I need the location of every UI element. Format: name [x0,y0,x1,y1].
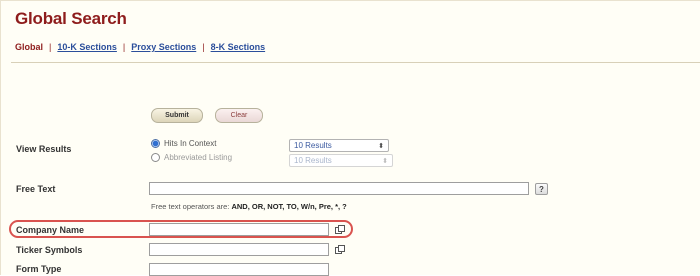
operators-list: AND, OR, NOT, TO, W/n, Pre, *, ? [231,202,347,211]
clear-button[interactable]: Clear [215,108,263,123]
section-nav: Global | 10-K Sections | Proxy Sections … [15,39,265,55]
nav-link-proxy-sections[interactable]: Proxy Sections [131,42,196,52]
ticker-symbols-input[interactable] [149,243,329,256]
nav-link-8k-sections[interactable]: 8-K Sections [211,42,266,52]
nav-link-10k-sections[interactable]: 10-K Sections [57,42,117,52]
nav-separator: | [122,42,126,52]
updown-arrow-icon: ⬍ [382,157,388,165]
lookup-icon[interactable] [335,225,345,234]
radio-abbreviated-listing[interactable]: Abbreviated Listing [151,153,232,162]
operators-hint: Free text operators are: AND, OR, NOT, T… [151,202,347,211]
company-name-input[interactable] [149,223,329,236]
ticker-symbols-label: Ticker Symbols [16,245,83,255]
header-divider [11,62,700,63]
abbreviated-results-select[interactable]: 10 Results ⬍ [289,154,393,167]
help-icon[interactable]: ? [535,183,548,195]
page-title: Global Search [15,9,127,28]
search-panel: Global Search Global | 10-K Sections | P… [0,0,700,276]
form-type-label: Form Type [16,264,62,274]
radio-hits-in-context[interactable]: Hits In Context [151,139,216,148]
free-text-label: Free Text [16,184,56,194]
view-results-label: View Results [16,144,72,154]
form-type-input[interactable] [149,263,329,276]
operators-prefix: Free text operators are: [151,202,230,211]
free-text-input[interactable] [149,182,529,195]
select-value: 10 Results [294,141,332,150]
nav-item-global[interactable]: Global [15,42,43,52]
hits-results-select[interactable]: 10 Results ⬍ [289,139,389,152]
submit-button[interactable]: Submit [151,108,203,123]
company-name-label: Company Name [16,225,85,235]
lookup-icon-front [338,245,345,252]
updown-arrow-icon: ⬍ [378,142,384,150]
nav-separator: | [202,42,205,52]
radio-selected-icon[interactable] [151,139,160,148]
select-value: 10 Results [294,156,332,165]
lookup-icon-front [338,225,345,232]
radio-unselected-icon[interactable] [151,153,160,162]
radio-label: Hits In Context [164,139,217,148]
nav-separator: | [49,42,52,52]
radio-label: Abbreviated Listing [164,153,233,162]
lookup-icon[interactable] [335,245,345,254]
